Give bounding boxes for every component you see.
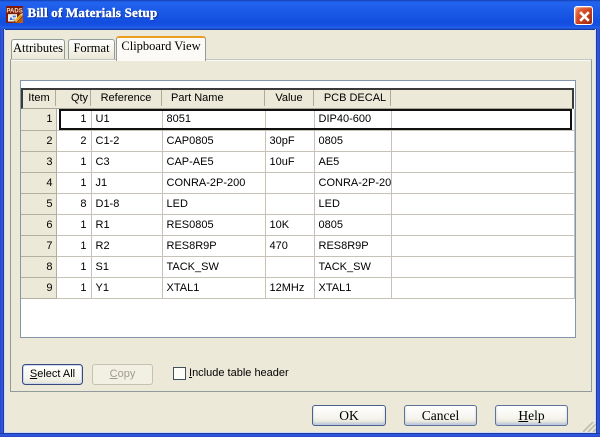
svg-text:PADS: PADS xyxy=(7,9,23,15)
